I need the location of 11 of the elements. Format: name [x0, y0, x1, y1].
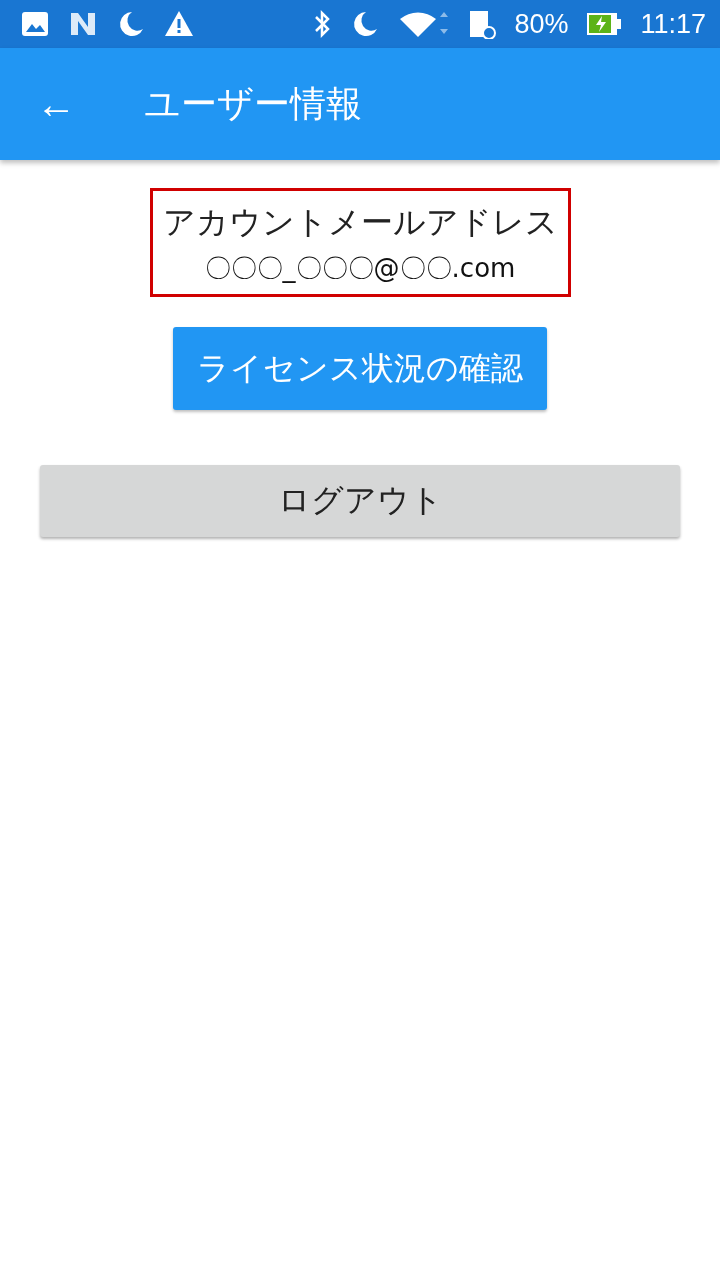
logout-button[interactable]: ログアウト: [40, 465, 680, 537]
screen-title: ユーザー情報: [144, 81, 362, 126]
account-email-label: アカウントメールアドレス: [162, 202, 558, 243]
image-icon: [20, 9, 50, 39]
warning-icon: [164, 9, 194, 39]
license-status-button[interactable]: ライセンス状況の確認: [173, 327, 547, 410]
battery-percentage: 80%: [514, 8, 569, 40]
clock-time: 11:17: [640, 8, 706, 40]
back-button[interactable]: ←: [28, 76, 84, 132]
wifi-icon: [398, 9, 449, 39]
account-email: 〇〇〇_〇〇〇@〇〇.com: [204, 252, 516, 285]
